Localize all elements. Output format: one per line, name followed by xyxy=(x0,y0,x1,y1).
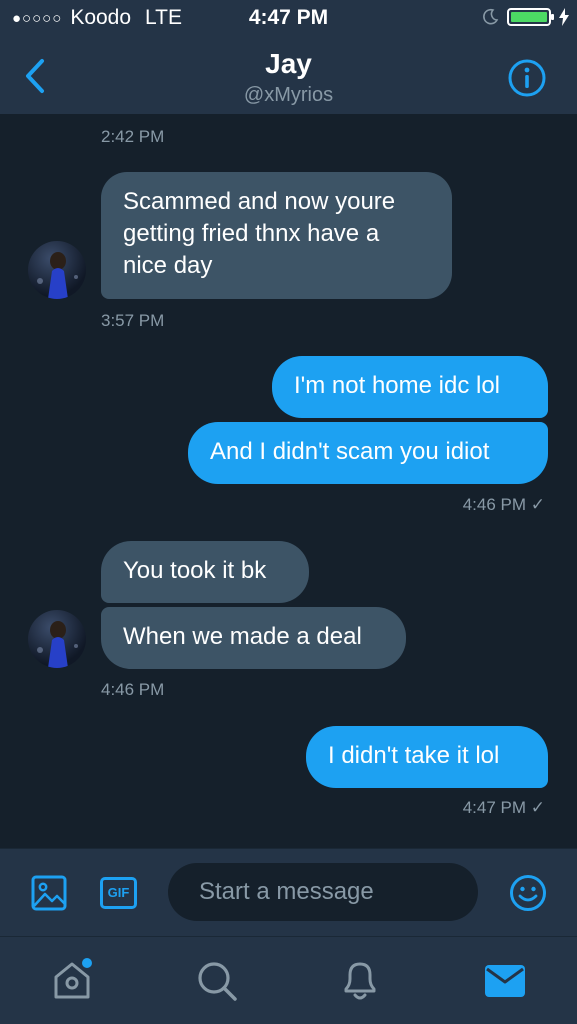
message-text-line: getting fried thnx have a xyxy=(123,220,380,247)
info-icon[interactable] xyxy=(507,58,547,98)
conversation-header: Jay @xMyrios xyxy=(0,44,577,114)
message-text-line: nice day xyxy=(123,252,213,279)
received-message-bubble[interactable]: Scammed and now youre getting fried thnx… xyxy=(101,172,452,299)
received-message-bubble[interactable]: When we made a deal xyxy=(101,607,406,669)
received-message-bubble[interactable]: You took it bk xyxy=(101,541,309,603)
avatar[interactable] xyxy=(28,241,86,299)
message-timestamp: 4:47 PM ✓ xyxy=(462,798,545,817)
message-text: You took it bk xyxy=(123,557,267,584)
battery-icon xyxy=(507,8,554,26)
message-text: I'm not home idc lol xyxy=(294,372,501,399)
message-timestamp: 4:46 PM ✓ xyxy=(462,495,545,514)
message-composer: GIF Start a message xyxy=(0,848,577,936)
message-text: I didn't take it lol xyxy=(328,742,500,769)
message-text: And I didn't scam you idiot xyxy=(210,438,490,465)
notifications-icon[interactable] xyxy=(340,958,380,1002)
moon-icon xyxy=(483,8,499,25)
message-timestamp: 2:42 PM xyxy=(101,127,165,146)
status-right xyxy=(481,8,569,26)
message-text-line: Scammed and now youre xyxy=(123,188,396,215)
conversation-title: Jay xyxy=(265,48,312,79)
sent-message-bubble[interactable]: And I didn't scam you idiot xyxy=(188,422,548,484)
sent-message-bubble[interactable]: I'm not home idc lol xyxy=(272,356,548,418)
message-text: When we made a deal xyxy=(123,623,362,650)
message-timestamp: 3:57 PM xyxy=(101,311,165,330)
charging-bolt-icon xyxy=(559,8,569,26)
conversation-handle: @xMyrios xyxy=(243,84,334,106)
tab-bar xyxy=(0,936,577,1024)
message-input[interactable]: Start a message xyxy=(168,863,478,921)
sent-message-bubble[interactable]: I didn't take it lol xyxy=(306,726,548,788)
avatar[interactable] xyxy=(28,610,86,668)
emoji-icon[interactable] xyxy=(509,874,547,912)
message-timestamp: 4:46 PM xyxy=(101,680,165,699)
home-icon[interactable] xyxy=(52,957,94,1001)
messages-icon[interactable] xyxy=(484,964,526,998)
gif-button[interactable]: GIF xyxy=(100,877,137,909)
search-icon[interactable] xyxy=(196,960,238,1002)
image-icon[interactable] xyxy=(31,875,67,911)
status-bar: ●○○○○ Koodo LTE 4:47 PM xyxy=(0,0,577,38)
